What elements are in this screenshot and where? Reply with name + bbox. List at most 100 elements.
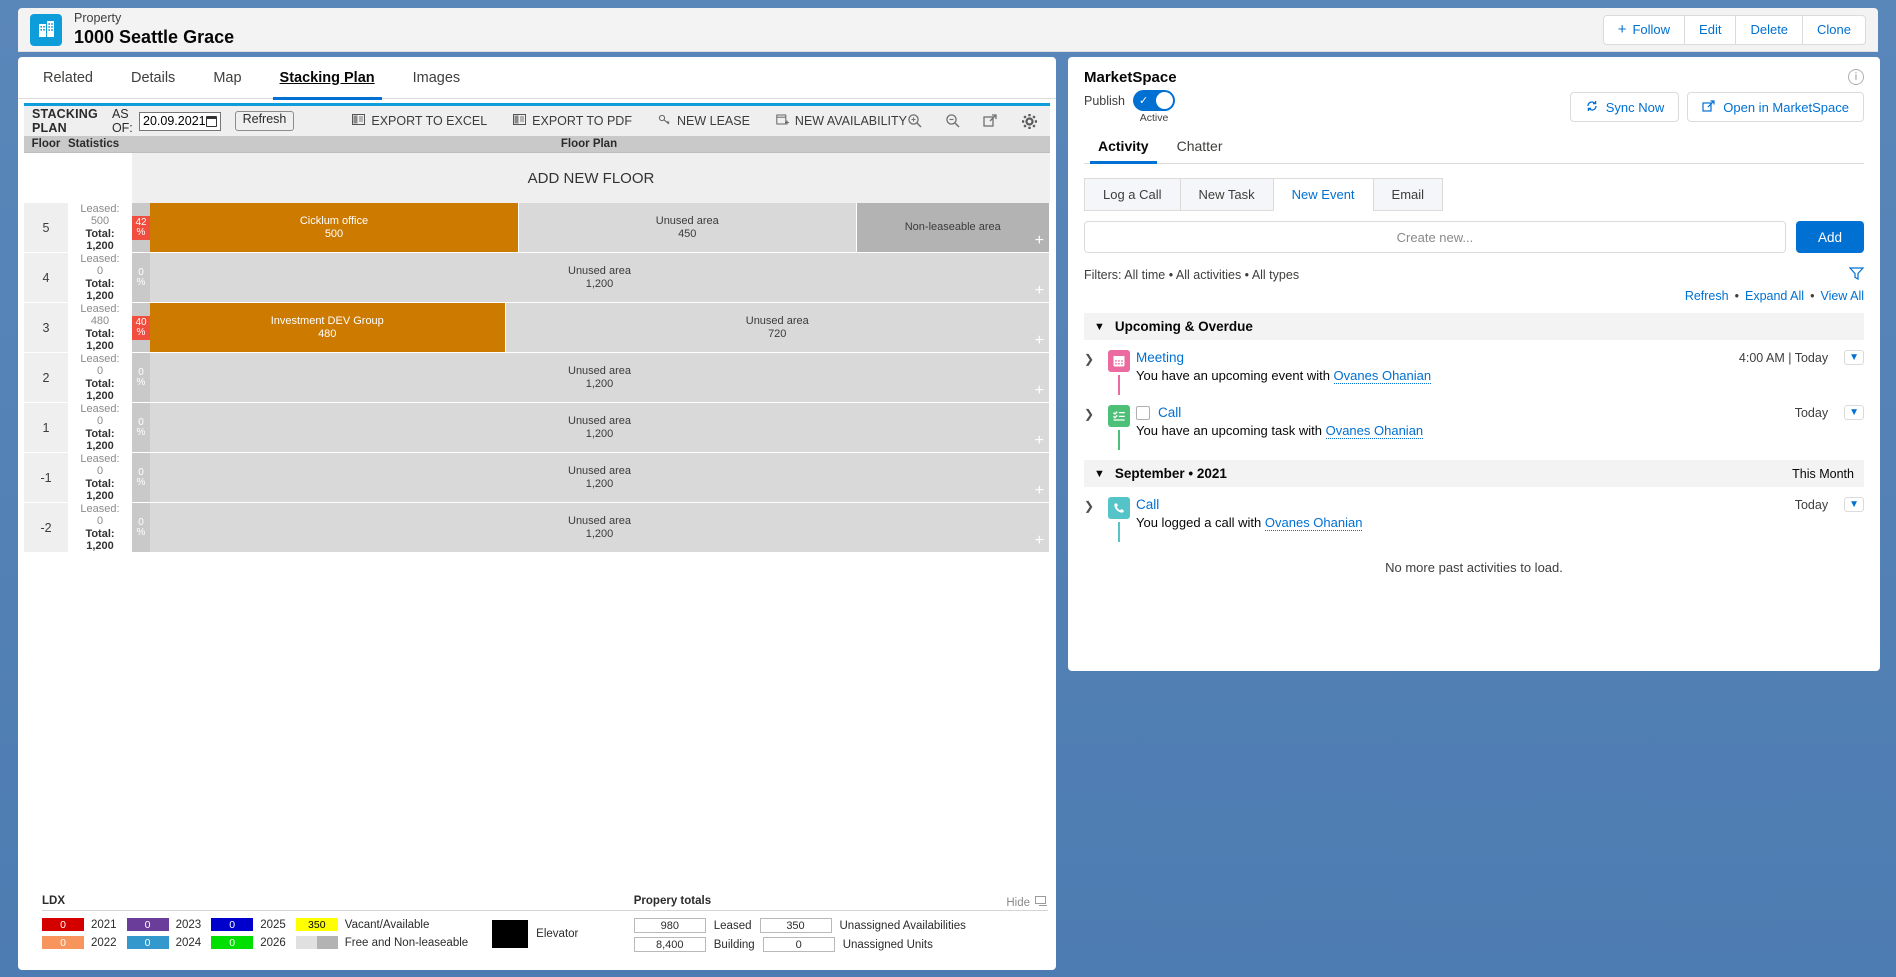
- legend-label: 2024: [175, 936, 202, 949]
- new-availability-button[interactable]: NEW AVAILABILITY: [776, 113, 907, 129]
- related-person-link[interactable]: Ovanes Ohanian: [1325, 423, 1424, 439]
- floor-number: -2: [24, 503, 68, 552]
- section-title: September • 2021: [1114, 466, 1227, 481]
- floor-unit[interactable]: Unused area 1,200: [150, 453, 1050, 502]
- tab-stacking-plan[interactable]: Stacking Plan: [261, 57, 394, 100]
- activity-menu-button[interactable]: ▼: [1844, 350, 1864, 365]
- new-lease-button[interactable]: NEW LEASE: [658, 113, 750, 129]
- clone-button[interactable]: Clone: [1802, 14, 1866, 45]
- floor-unit[interactable]: Unused area 1,200: [150, 403, 1050, 452]
- create-new-input[interactable]: Create new...: [1084, 221, 1786, 253]
- calendar-plus-icon: [776, 113, 789, 129]
- add-button[interactable]: Add: [1795, 221, 1864, 253]
- tab-label: Related: [43, 69, 93, 86]
- hide-totals-button[interactable]: Hide: [1006, 895, 1048, 910]
- add-unit-button[interactable]: +: [1035, 533, 1044, 549]
- activity-links: Refresh • Expand All • View All: [1084, 289, 1864, 303]
- floor-unit[interactable]: Unused area 1,200: [150, 353, 1050, 402]
- legend-item: 0 2026: [211, 936, 286, 949]
- floor-unit[interactable]: Unused area 720: [505, 303, 1050, 352]
- tab-images[interactable]: Images: [394, 57, 480, 99]
- floor-unit[interactable]: Unused area 1,200: [150, 503, 1050, 552]
- floor-unit[interactable]: Non-leaseable area: [856, 203, 1050, 252]
- tab-details[interactable]: Details: [112, 57, 194, 99]
- delete-button[interactable]: Delete: [1735, 14, 1804, 45]
- legend-label: Vacant/Available: [344, 918, 430, 931]
- activity-menu-button[interactable]: ▼: [1844, 405, 1864, 420]
- tab-related[interactable]: Related: [24, 57, 112, 99]
- zoom-in-icon[interactable]: [907, 113, 923, 129]
- zoom-out-icon[interactable]: [945, 113, 961, 129]
- total-label: Total:: [85, 277, 115, 290]
- add-floor-spacer: [24, 153, 132, 203]
- floor-statistics: Leased: 0 Total: 1,200: [68, 253, 132, 302]
- calendar-icon[interactable]: [205, 115, 217, 127]
- totals-value-secondary: 350: [759, 918, 832, 933]
- legend-swatch: 350: [295, 918, 338, 931]
- leased-value: 480: [90, 315, 110, 328]
- floor-unit[interactable]: Cicklum office 500: [150, 203, 519, 252]
- sub-tab-email[interactable]: Email: [1372, 178, 1444, 211]
- floor-number: -1: [24, 453, 68, 502]
- sub-tab-new-task[interactable]: New Task: [1179, 178, 1274, 211]
- floor-unit[interactable]: Unused area 450: [519, 203, 857, 252]
- add-unit-button[interactable]: +: [1035, 483, 1044, 499]
- add-unit-button[interactable]: +: [1035, 233, 1044, 249]
- activity-menu-button[interactable]: ▼: [1844, 497, 1864, 512]
- expand-all-link[interactable]: Expand All: [1745, 289, 1804, 303]
- refresh-button[interactable]: Refresh: [234, 111, 295, 131]
- export-to-pdf-button[interactable]: EXPORT TO PDF: [513, 113, 632, 129]
- plan-header-row: Floor Statistics Floor Plan: [24, 136, 1050, 153]
- edit-button[interactable]: Edit: [1684, 14, 1737, 45]
- related-person-link[interactable]: Ovanes Ohanian: [1333, 368, 1432, 384]
- tab-activity[interactable]: Activity: [1084, 138, 1163, 164]
- floor-unit[interactable]: Investment DEV Group 480: [150, 303, 506, 352]
- activity-item: ❯ Meeting 4:00 AM | Today ▼ You have an …: [1084, 350, 1864, 395]
- export-to-excel-button[interactable]: EXPORT TO EXCEL: [352, 113, 487, 129]
- record-type-label: Property: [74, 11, 122, 26]
- refresh-link[interactable]: Refresh: [1685, 289, 1729, 303]
- as-of-date-input[interactable]: 20.09.2021: [139, 111, 221, 131]
- publish-toggle[interactable]: ✓: [1133, 90, 1175, 111]
- leased-label: Leased:: [80, 352, 120, 365]
- view-all-link[interactable]: View All: [1820, 289, 1864, 303]
- follow-button[interactable]: + Follow: [1602, 14, 1686, 45]
- related-person-link[interactable]: Ovanes Ohanian: [1264, 515, 1363, 531]
- add-unit-button[interactable]: +: [1035, 383, 1044, 399]
- add-unit-button[interactable]: +: [1035, 433, 1044, 449]
- expand-item-chevron-icon[interactable]: ❯: [1084, 405, 1102, 450]
- expand-item-chevron-icon[interactable]: ❯: [1084, 350, 1102, 395]
- task-checkbox[interactable]: [1136, 405, 1150, 420]
- total-value: 1,200: [86, 539, 114, 552]
- activity-section-header[interactable]: ▼ September • 2021 This Month: [1084, 460, 1864, 487]
- add-unit-button[interactable]: +: [1035, 283, 1044, 299]
- legend-swatch: 0: [211, 918, 254, 931]
- filter-icon[interactable]: [1848, 267, 1865, 283]
- activity-section-header[interactable]: ▼ Upcoming & Overdue: [1084, 313, 1864, 340]
- total-value: 1,200: [86, 339, 114, 352]
- activity-type-link[interactable]: Call: [1136, 497, 1159, 512]
- totals-value: 980: [633, 918, 706, 933]
- sync-now-button[interactable]: Sync Now: [1569, 92, 1680, 122]
- open-in-marketspace-button[interactable]: Open in MarketSpace: [1687, 92, 1864, 122]
- sub-tab-log-a-call[interactable]: Log a Call: [1084, 178, 1181, 211]
- tab-map[interactable]: Map: [194, 57, 260, 99]
- tab-label: Map: [213, 69, 242, 86]
- activity-timestamp: 4:00 AM | Today: [1738, 350, 1829, 365]
- add-unit-button[interactable]: +: [1035, 333, 1044, 349]
- sub-tab-new-event[interactable]: New Event: [1272, 178, 1374, 211]
- occupancy-value: 42%: [132, 215, 150, 240]
- activity-type-link[interactable]: Call: [1158, 405, 1181, 420]
- unit-name: Non-leaseable area: [904, 221, 1001, 233]
- activity-type-link[interactable]: Meeting: [1136, 350, 1184, 365]
- property-totals-panel: Propery totals Hide 980 Leased 350 Unass…: [633, 895, 1048, 952]
- add-new-floor-button[interactable]: ADD NEW FLOOR: [132, 153, 1050, 203]
- floor-unit[interactable]: Unused area 1,200: [150, 253, 1050, 302]
- chevron-down-icon: ▼: [1094, 320, 1105, 333]
- expand-icon[interactable]: [983, 113, 999, 129]
- gear-icon[interactable]: [1021, 113, 1038, 130]
- tab-chatter[interactable]: Chatter: [1163, 138, 1237, 163]
- expand-item-chevron-icon[interactable]: ❯: [1084, 497, 1102, 542]
- totals-row: 980 Leased 350 Unassigned Availabilities: [633, 918, 1048, 933]
- info-icon[interactable]: i: [1848, 69, 1864, 85]
